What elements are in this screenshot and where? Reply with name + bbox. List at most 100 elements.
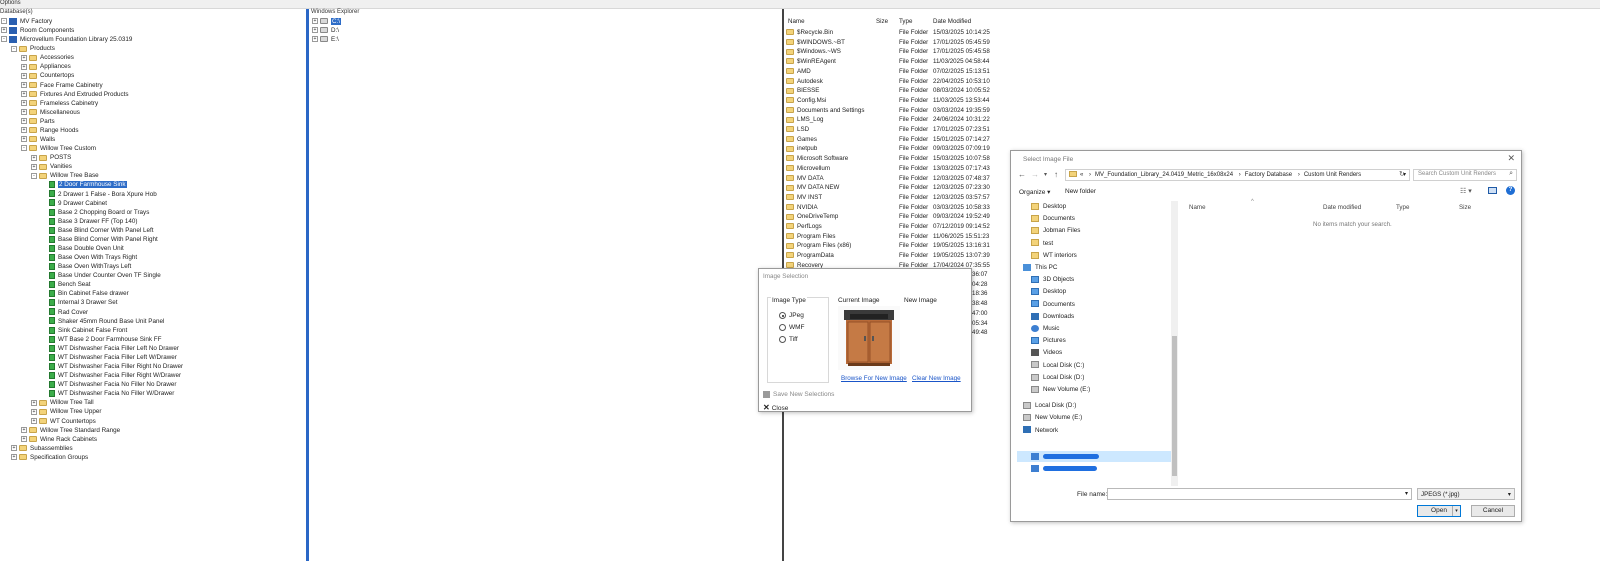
tree-row[interactable]: + Fixtures And Extruded Products <box>21 90 129 99</box>
col-size[interactable]: Size <box>1459 204 1471 211</box>
nav-selected-item[interactable] <box>1017 451 1177 462</box>
tree-row[interactable]: + Miscellaneous <box>21 108 80 117</box>
tree-row[interactable]: + Willow Tree Upper <box>31 407 101 416</box>
filename-dropdown-icon[interactable]: ▾ <box>1405 490 1408 497</box>
nav-item[interactable]: Documents <box>1031 299 1075 311</box>
file-row[interactable]: Program Files File Folder 11/06/2025 15:51… <box>786 232 991 242</box>
tree-row[interactable]: Bin Cabinet False drawer <box>41 289 129 298</box>
crumb-library[interactable]: MV_Foundation_Library_24.0419_Metric_16x… <box>1095 172 1233 178</box>
expand-toggle-icon[interactable]: + <box>312 27 318 34</box>
tree-row[interactable]: Internal 3 Drawer Set <box>41 298 118 307</box>
back-icon[interactable]: ← <box>1018 170 1026 179</box>
expand-toggle-icon[interactable]: + <box>21 100 27 107</box>
expand-toggle-icon[interactable]: + <box>21 72 27 79</box>
col-type[interactable]: Type <box>899 18 912 25</box>
file-row[interactable]: Microvellum File Folder 13/03/2025 07:17:4… <box>786 164 991 174</box>
file-row[interactable]: Autodesk File Folder 22/04/2025 10:53:10 <box>786 77 991 87</box>
file-row[interactable]: $WinREAgent File Folder 11/03/2025 04:58:4… <box>786 57 991 67</box>
nav-item[interactable]: Local Disk (D:) <box>1031 372 1084 384</box>
file-row[interactable]: Config.Msi File Folder 11/03/2025 13:53:44 <box>786 96 991 106</box>
tree-row[interactable]: Bench Seat <box>41 280 91 289</box>
tree-row[interactable]: WT Dishwasher Facia No Filler No Drawer <box>41 380 177 389</box>
file-row[interactable]: AMD File Folder 07/02/2025 15:13:51 <box>786 67 991 77</box>
organize-button[interactable]: Organize ▾ <box>1019 188 1050 196</box>
nav-item[interactable]: Desktop <box>1031 286 1066 298</box>
crumb-overflow[interactable]: « <box>1080 172 1083 178</box>
tree-row[interactable]: - Microvellum Foundation Library 25.0319 <box>1 35 132 44</box>
nav-item[interactable]: Network <box>1023 425 1058 437</box>
save-selections-button[interactable]: Save New Selections <box>763 391 834 398</box>
expand-toggle-icon[interactable]: + <box>21 63 27 70</box>
file-row[interactable]: $WINDOWS.~BT File Folder 17/01/2025 05:45:… <box>786 38 991 48</box>
col-name[interactable]: Name <box>1189 204 1206 211</box>
filetype-select[interactable]: JPEGS (*.jpg) ▾ <box>1417 488 1515 500</box>
nav-item[interactable]: Local Disk (D:) <box>1023 400 1076 412</box>
tree-row[interactable]: + Specification Groups <box>11 453 88 462</box>
tree-row[interactable]: WT Dishwasher Facia Filler Right No Draw… <box>41 362 183 371</box>
expand-toggle-icon[interactable]: - <box>31 172 37 179</box>
tree-row[interactable]: WT Dishwasher Facia Filler Left No Drawe… <box>41 344 179 353</box>
tree-row[interactable]: Base Blind Corner With Panel Left <box>41 226 154 235</box>
expand-toggle-icon[interactable]: + <box>31 399 37 406</box>
tree-row[interactable]: + POSTS <box>31 153 71 162</box>
nav-scroll-thumb[interactable] <box>1172 336 1177 476</box>
tree-row[interactable]: 9 Drawer Cabinet <box>41 199 107 208</box>
tree-row[interactable]: Shaker 45mm Round Base Unit Panel <box>41 317 164 326</box>
tree-row[interactable]: + Frameless Cabinetry <box>21 99 98 108</box>
file-row[interactable]: PerfLogs File Folder 07/12/2019 09:14:52 <box>786 222 991 232</box>
recent-dropdown-icon[interactable]: ▾ <box>1044 171 1047 178</box>
file-row[interactable]: Documents and Settings File Folder 03/03/2… <box>786 106 991 116</box>
nav-item[interactable]: This PC <box>1023 262 1057 274</box>
expand-toggle-icon[interactable]: - <box>1 36 7 43</box>
nav-item-redacted[interactable] <box>1017 463 1177 474</box>
up-icon[interactable]: ↑ <box>1054 170 1058 179</box>
expand-toggle-icon[interactable]: + <box>21 54 27 61</box>
tree-row[interactable]: + Vanities <box>31 162 72 171</box>
tree-row[interactable]: Base 2 Chopping Board or Trays <box>41 208 149 217</box>
expand-toggle-icon[interactable]: + <box>21 90 27 97</box>
tree-row[interactable]: Base Under Counter Oven TF Single <box>41 271 161 280</box>
file-row[interactable]: $Windows.~WS File Folder 17/01/2025 05:45:… <box>786 47 991 57</box>
nav-item[interactable]: Pictures <box>1031 335 1066 347</box>
tree-row[interactable]: + Room Components <box>1 26 74 35</box>
browse-new-image-link[interactable]: Browse For New Image <box>841 375 907 382</box>
file-row[interactable]: MV DATA File Folder 12/03/2025 07:48:37 <box>786 174 991 184</box>
expand-toggle-icon[interactable]: - <box>11 45 17 52</box>
tree-row[interactable]: + Range Hoods <box>21 126 79 135</box>
file-row[interactable]: Microsoft Software File Folder 15/03/2025 … <box>786 154 991 164</box>
refresh-icon[interactable]: ↻ <box>1399 170 1405 178</box>
nav-item[interactable]: New Volume (E:) <box>1023 412 1082 424</box>
col-size[interactable]: Size <box>876 18 888 25</box>
expand-toggle-icon[interactable]: + <box>312 18 318 25</box>
tree-row[interactable]: + Accessories <box>21 53 74 62</box>
tree-row[interactable]: WT Dishwasher Facia Filler Left W/Drawer <box>41 353 177 362</box>
expand-toggle-icon[interactable]: + <box>31 408 37 415</box>
expand-toggle-icon[interactable]: + <box>11 454 17 461</box>
expand-toggle-icon[interactable]: + <box>21 81 27 88</box>
crumb-factory[interactable]: Factory Database <box>1245 172 1292 178</box>
file-row[interactable]: $Recycle.Bin File Folder 15/03/2025 10:14:… <box>786 28 991 38</box>
expand-toggle-icon[interactable]: + <box>21 118 27 125</box>
tree-row[interactable]: + Countertops <box>21 71 74 80</box>
nav-item[interactable]: WT interiors <box>1031 250 1077 262</box>
nav-item[interactable]: Downloads <box>1031 311 1074 323</box>
tree-row[interactable]: 2 Door Farmhouse Sink <box>41 180 127 189</box>
col-date-modified[interactable]: Date modified <box>1323 204 1361 211</box>
file-row[interactable]: BIESSE File Folder 08/03/2024 10:05:52 <box>786 86 991 96</box>
tree-row[interactable]: - Willow Tree Base <box>31 171 99 180</box>
tree-row[interactable]: - Willow Tree Custom <box>21 144 96 153</box>
tree-row[interactable]: + Face Frame Cabinetry <box>21 81 103 90</box>
expand-toggle-icon[interactable]: + <box>31 154 37 161</box>
tree-row[interactable]: + Parts <box>21 117 55 126</box>
nav-item[interactable]: Local Disk (C:) <box>1031 360 1084 372</box>
tree-row[interactable]: + Appliances <box>21 62 71 71</box>
expand-toggle-icon[interactable]: + <box>11 445 17 452</box>
radio-jpeg[interactable]: JPeg <box>779 312 804 319</box>
expand-toggle-icon[interactable]: + <box>31 163 37 170</box>
nav-item[interactable]: Music <box>1031 323 1059 335</box>
file-row[interactable]: MV DATA NEW File Folder 12/03/2025 07:23:3… <box>786 183 991 193</box>
tree-row[interactable]: WT Base 2 Door Farmhouse Sink FF <box>41 335 161 344</box>
tree-row[interactable]: WT Dishwasher Facia Filler Right W/Drawe… <box>41 371 181 380</box>
expand-toggle-icon[interactable]: + <box>21 426 27 433</box>
radio-wmf[interactable]: WMF <box>779 324 805 331</box>
